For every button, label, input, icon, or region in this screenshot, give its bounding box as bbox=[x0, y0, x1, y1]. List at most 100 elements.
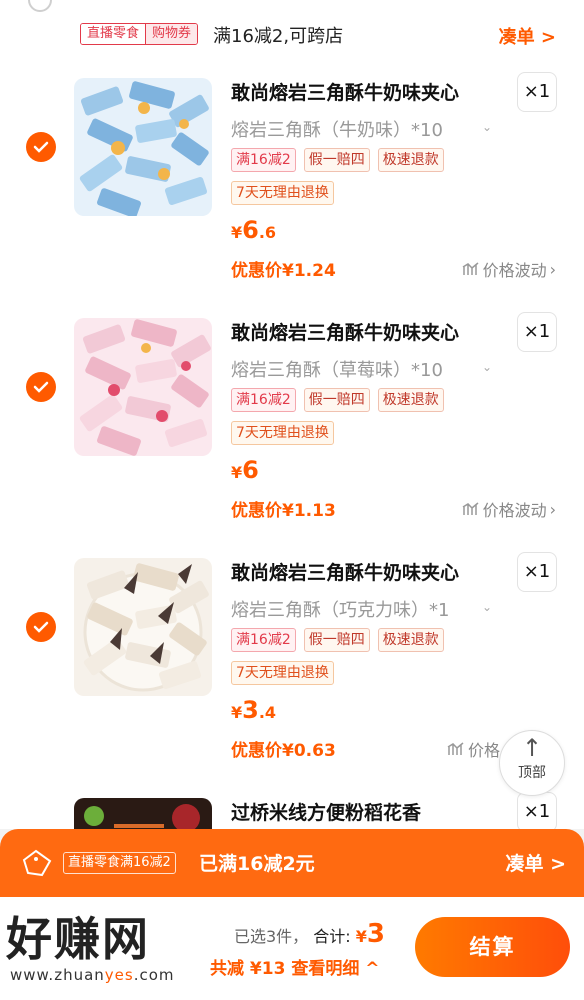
back-to-top-button[interactable]: ↑ 顶部 bbox=[499, 730, 565, 796]
quantity-button[interactable]: ×1 bbox=[517, 312, 557, 352]
promo-bar-text: 已满16减2元 bbox=[199, 853, 315, 875]
price-currency: ¥ bbox=[231, 463, 243, 482]
checkmark-icon bbox=[33, 381, 49, 393]
watermark-domain: www.zhuanyes.com bbox=[6, 967, 175, 983]
tag-full-reduction: 满16减2 bbox=[231, 388, 296, 412]
checkmark-icon bbox=[33, 141, 49, 153]
coupon-tag-right: 购物券 bbox=[145, 24, 198, 44]
item-title[interactable]: 敢尚熔岩三角酥牛奶味夹心 bbox=[231, 558, 459, 585]
promo-text: 满16减2,可跨店 bbox=[213, 26, 344, 47]
tag-fast-refund: 极速退款 bbox=[377, 388, 444, 412]
price-trend-icon bbox=[462, 502, 479, 515]
price-decimal: .6 bbox=[258, 223, 277, 242]
cart-item: 敢尚熔岩三角酥牛奶味夹心 ×1 熔岩三角酥（巧克力味）*1 ⌄ 满16减2 假一… bbox=[0, 546, 584, 786]
quantity-button[interactable]: ×1 bbox=[517, 552, 557, 592]
price-trend-link[interactable]: 价格波动 › bbox=[462, 257, 556, 281]
watermark-logo: 好赚网 www.zhuanyes.com bbox=[6, 911, 175, 983]
back-to-top-label: 顶部 bbox=[518, 765, 546, 781]
item-title[interactable]: 敢尚熔岩三角酥牛奶味夹心 bbox=[231, 318, 459, 345]
item-title[interactable]: 敢尚熔岩三角酥牛奶味夹心 bbox=[231, 78, 459, 105]
add-on-link[interactable]: 凑单 > bbox=[499, 23, 556, 49]
product-image[interactable] bbox=[74, 78, 212, 216]
chevron-right-icon: › bbox=[549, 259, 556, 279]
product-image-noodles bbox=[74, 798, 212, 829]
price-decimal: .4 bbox=[258, 703, 277, 722]
item-tags: 满16减2 假一赔四 极速退款 bbox=[231, 628, 444, 652]
tag-return-policy: 7天无理由退换 bbox=[231, 181, 334, 205]
price-trend-link[interactable]: 价格 bbox=[447, 737, 500, 761]
product-image[interactable] bbox=[74, 318, 212, 456]
chevron-down-icon[interactable]: ⌄ bbox=[482, 600, 492, 614]
chevron-down-icon[interactable]: ⌄ bbox=[482, 360, 492, 374]
cart-item: 过桥米线方便粉稻花香 ×1 bbox=[0, 786, 584, 829]
tag-full-reduction: 满16减2 bbox=[231, 628, 296, 652]
tag-fake-compensation: 假一赔四 bbox=[303, 388, 370, 412]
item-title[interactable]: 过桥米线方便粉稻花香 bbox=[231, 798, 421, 825]
coupon-tag-left: 直播零食 bbox=[81, 24, 146, 44]
cart-item: 敢尚熔岩三角酥牛奶味夹心 ×1 熔岩三角酥（草莓味）*10 ⌄ 满16减2 假一… bbox=[0, 306, 584, 546]
discount-price: 优惠价¥0.63 bbox=[231, 741, 336, 761]
item-checkbox[interactable] bbox=[26, 132, 56, 162]
discount-price: 优惠价¥1.24 bbox=[231, 261, 336, 281]
product-image-candy bbox=[74, 558, 212, 696]
product-image-candy bbox=[74, 318, 212, 456]
total-amount: ¥3 bbox=[355, 919, 385, 949]
promo-bar-add-on-link[interactable]: 凑单 > bbox=[505, 849, 566, 876]
checkmark-icon bbox=[33, 621, 49, 633]
product-image[interactable] bbox=[74, 558, 212, 696]
tag-fake-compensation: 假一赔四 bbox=[303, 628, 370, 652]
item-price: ¥6.6 bbox=[231, 216, 276, 244]
tag-full-reduction: 满16减2 bbox=[231, 148, 296, 172]
watermark-brand: 好赚网 bbox=[6, 912, 150, 966]
chevron-down-icon[interactable]: ⌄ bbox=[482, 120, 492, 134]
watermark-domain-a: www.zhuan bbox=[10, 966, 105, 984]
total-value: 3 bbox=[366, 919, 386, 949]
tag-fake-compensation: 假一赔四 bbox=[303, 148, 370, 172]
quantity-button[interactable]: ×1 bbox=[517, 792, 557, 829]
shop-header: 直播零食 购物券 满16减2,可跨店 凑单 > bbox=[0, 0, 584, 66]
arrow-up-icon: ↑ bbox=[521, 734, 543, 762]
coupon-tag: 直播零食 购物券 bbox=[80, 23, 199, 45]
price-int: 6 bbox=[242, 456, 259, 484]
product-image-candy bbox=[74, 78, 212, 216]
item-checkbox[interactable] bbox=[26, 372, 56, 402]
price-int: 6 bbox=[242, 216, 259, 244]
checkout-button[interactable]: 结算 bbox=[415, 917, 570, 977]
price-trend-label: 价格波动 bbox=[482, 261, 547, 280]
product-image[interactable] bbox=[74, 798, 212, 829]
price-trend-icon bbox=[462, 262, 479, 275]
coupon-icon bbox=[22, 849, 52, 877]
item-tags: 满16减2 假一赔四 极速退款 bbox=[231, 388, 444, 412]
checkout-bar: 好赚网 www.zhuanyes.com 已选3件， 合计: ¥3 共减 ¥13… bbox=[0, 897, 584, 1000]
cart-list: 敢尚熔岩三角酥牛奶味夹心 ×1 熔岩三角酥（牛奶味）*10 ⌄ 满16减2 假一… bbox=[0, 66, 584, 829]
watermark-domain-b: yes bbox=[104, 966, 134, 984]
item-checkbox[interactable] bbox=[26, 612, 56, 642]
cart-item: 敢尚熔岩三角酥牛奶味夹心 ×1 熔岩三角酥（牛奶味）*10 ⌄ 满16减2 假一… bbox=[0, 66, 584, 306]
sku-selector[interactable]: 熔岩三角酥（牛奶味）*10 bbox=[231, 116, 443, 142]
tag-fast-refund: 极速退款 bbox=[377, 628, 444, 652]
watermark-domain-c: .com bbox=[133, 966, 175, 984]
selected-count: 已选3件， bbox=[234, 927, 309, 946]
chevron-right-icon: › bbox=[549, 499, 556, 519]
order-summary: 已选3件， 合计: ¥3 bbox=[234, 919, 385, 949]
price-trend-icon bbox=[447, 742, 464, 755]
total-label: 合计: bbox=[313, 927, 351, 946]
item-price: ¥6 bbox=[231, 456, 259, 484]
shop-select-checkbox[interactable] bbox=[28, 0, 52, 12]
sku-selector[interactable]: 熔岩三角酥（巧克力味）*1 bbox=[231, 596, 449, 622]
savings-detail-link[interactable]: 共减 ¥13 查看明细 ^ bbox=[210, 954, 380, 979]
quantity-button[interactable]: ×1 bbox=[517, 72, 557, 112]
discount-price: 优惠价¥1.13 bbox=[231, 501, 336, 521]
total-currency: ¥ bbox=[355, 927, 367, 946]
price-trend-link[interactable]: 价格波动 › bbox=[462, 497, 556, 521]
price-currency: ¥ bbox=[231, 703, 243, 722]
sku-selector[interactable]: 熔岩三角酥（草莓味）*10 bbox=[231, 356, 443, 382]
price-int: 3 bbox=[242, 696, 259, 724]
tag-fast-refund: 极速退款 bbox=[377, 148, 444, 172]
promo-bar: 直播零食满16减2 已满16减2元 凑单 > bbox=[0, 829, 584, 897]
item-price: ¥3.4 bbox=[231, 696, 276, 724]
item-tags: 满16减2 假一赔四 极速退款 bbox=[231, 148, 444, 172]
promo-bar-tag: 直播零食满16减2 bbox=[63, 852, 176, 874]
price-trend-label: 价格波动 bbox=[482, 501, 547, 520]
price-currency: ¥ bbox=[231, 223, 243, 242]
